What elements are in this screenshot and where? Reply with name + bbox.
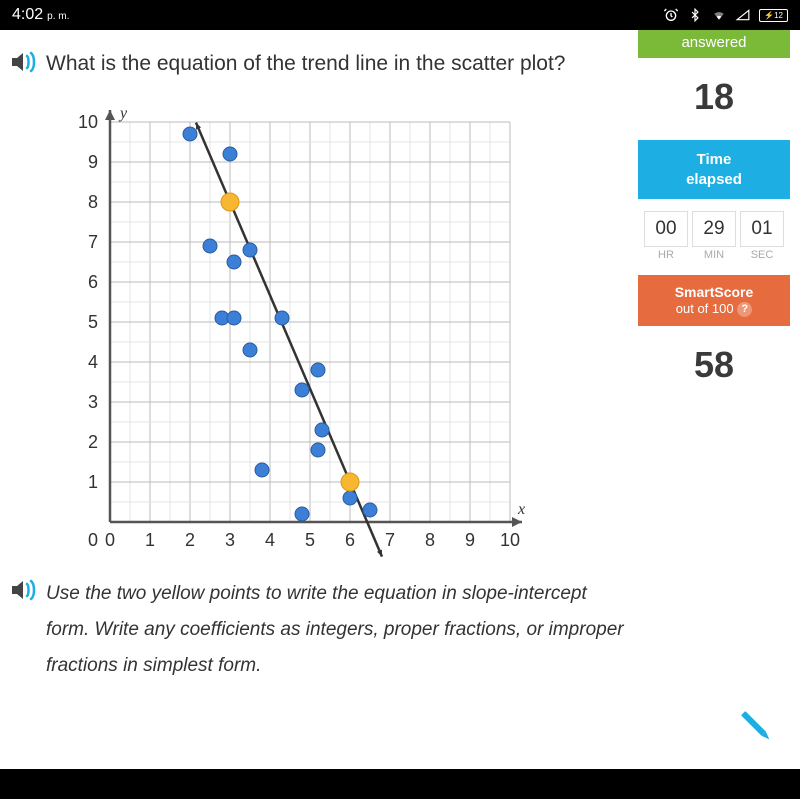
answered-count: 18 — [638, 58, 790, 140]
svg-text:x: x — [517, 501, 525, 518]
status-ampm: p. m. — [47, 11, 69, 22]
svg-text:y: y — [118, 105, 128, 122]
speaker-icon[interactable] — [10, 578, 38, 607]
svg-text:6: 6 — [88, 272, 98, 292]
bottom-nav-bar — [0, 769, 800, 799]
scatter-chart: 0 1 2 3 4 5 6 7 8 9 10 1 2 3 4 5 6 7 8 9 10 0 x y — [70, 102, 530, 562]
battery-indicator: ⚡12 — [759, 9, 788, 22]
sidebar: answered 18 Time elapsed 00 29 01 HR MIN… — [638, 30, 800, 769]
smartscore-value: 58 — [638, 326, 790, 408]
svg-text:0: 0 — [88, 530, 98, 550]
status-time: 4:02 — [12, 6, 43, 24]
svg-text:5: 5 — [88, 312, 98, 332]
time-unit-hr: HR — [644, 249, 688, 261]
smartscore-label: SmartScore — [638, 283, 790, 301]
smartscore-sub: out of 100 ? — [638, 301, 790, 318]
svg-text:1: 1 — [88, 472, 98, 492]
question-text: What is the equation of the trend line i… — [46, 48, 565, 80]
svg-text:2: 2 — [185, 530, 195, 550]
speaker-icon[interactable] — [10, 50, 38, 79]
svg-text:9: 9 — [465, 530, 475, 550]
smartscore-badge: SmartScore out of 100 ? — [638, 275, 790, 326]
time-sec: 01 — [740, 211, 784, 247]
svg-text:3: 3 — [225, 530, 235, 550]
svg-text:1: 1 — [145, 530, 155, 550]
svg-text:5: 5 — [305, 530, 315, 550]
svg-text:9: 9 — [88, 152, 98, 172]
svg-text:2: 2 — [88, 432, 98, 452]
alarm-icon — [663, 7, 679, 23]
svg-text:8: 8 — [88, 192, 98, 212]
answered-badge: answered — [638, 30, 790, 58]
svg-text:8: 8 — [425, 530, 435, 550]
time-label-line1: Time — [638, 150, 790, 170]
time-hr: 00 — [644, 211, 688, 247]
time-min: 29 — [692, 211, 736, 247]
svg-text:7: 7 — [385, 530, 395, 550]
svg-text:3: 3 — [88, 392, 98, 412]
svg-text:0: 0 — [105, 530, 115, 550]
bluetooth-icon — [687, 7, 703, 23]
time-unit-min: MIN — [692, 249, 736, 261]
time-label-line2: elapsed — [638, 170, 790, 190]
pencil-button[interactable] — [734, 704, 782, 757]
svg-text:10: 10 — [500, 530, 520, 550]
wifi-icon — [711, 7, 727, 23]
time-elapsed-badge: Time elapsed — [638, 140, 790, 199]
svg-text:7: 7 — [88, 232, 98, 252]
svg-text:6: 6 — [345, 530, 355, 550]
svg-text:4: 4 — [88, 352, 98, 372]
status-bar: 4:02 p. m. ⚡12 — [0, 0, 800, 30]
instruction-text: Use the two yellow points to write the e… — [46, 576, 628, 684]
svg-text:4: 4 — [265, 530, 275, 550]
time-unit-sec: SEC — [740, 249, 784, 261]
help-icon[interactable]: ? — [737, 302, 752, 317]
signal-icon — [735, 7, 751, 23]
svg-text:10: 10 — [78, 112, 98, 132]
